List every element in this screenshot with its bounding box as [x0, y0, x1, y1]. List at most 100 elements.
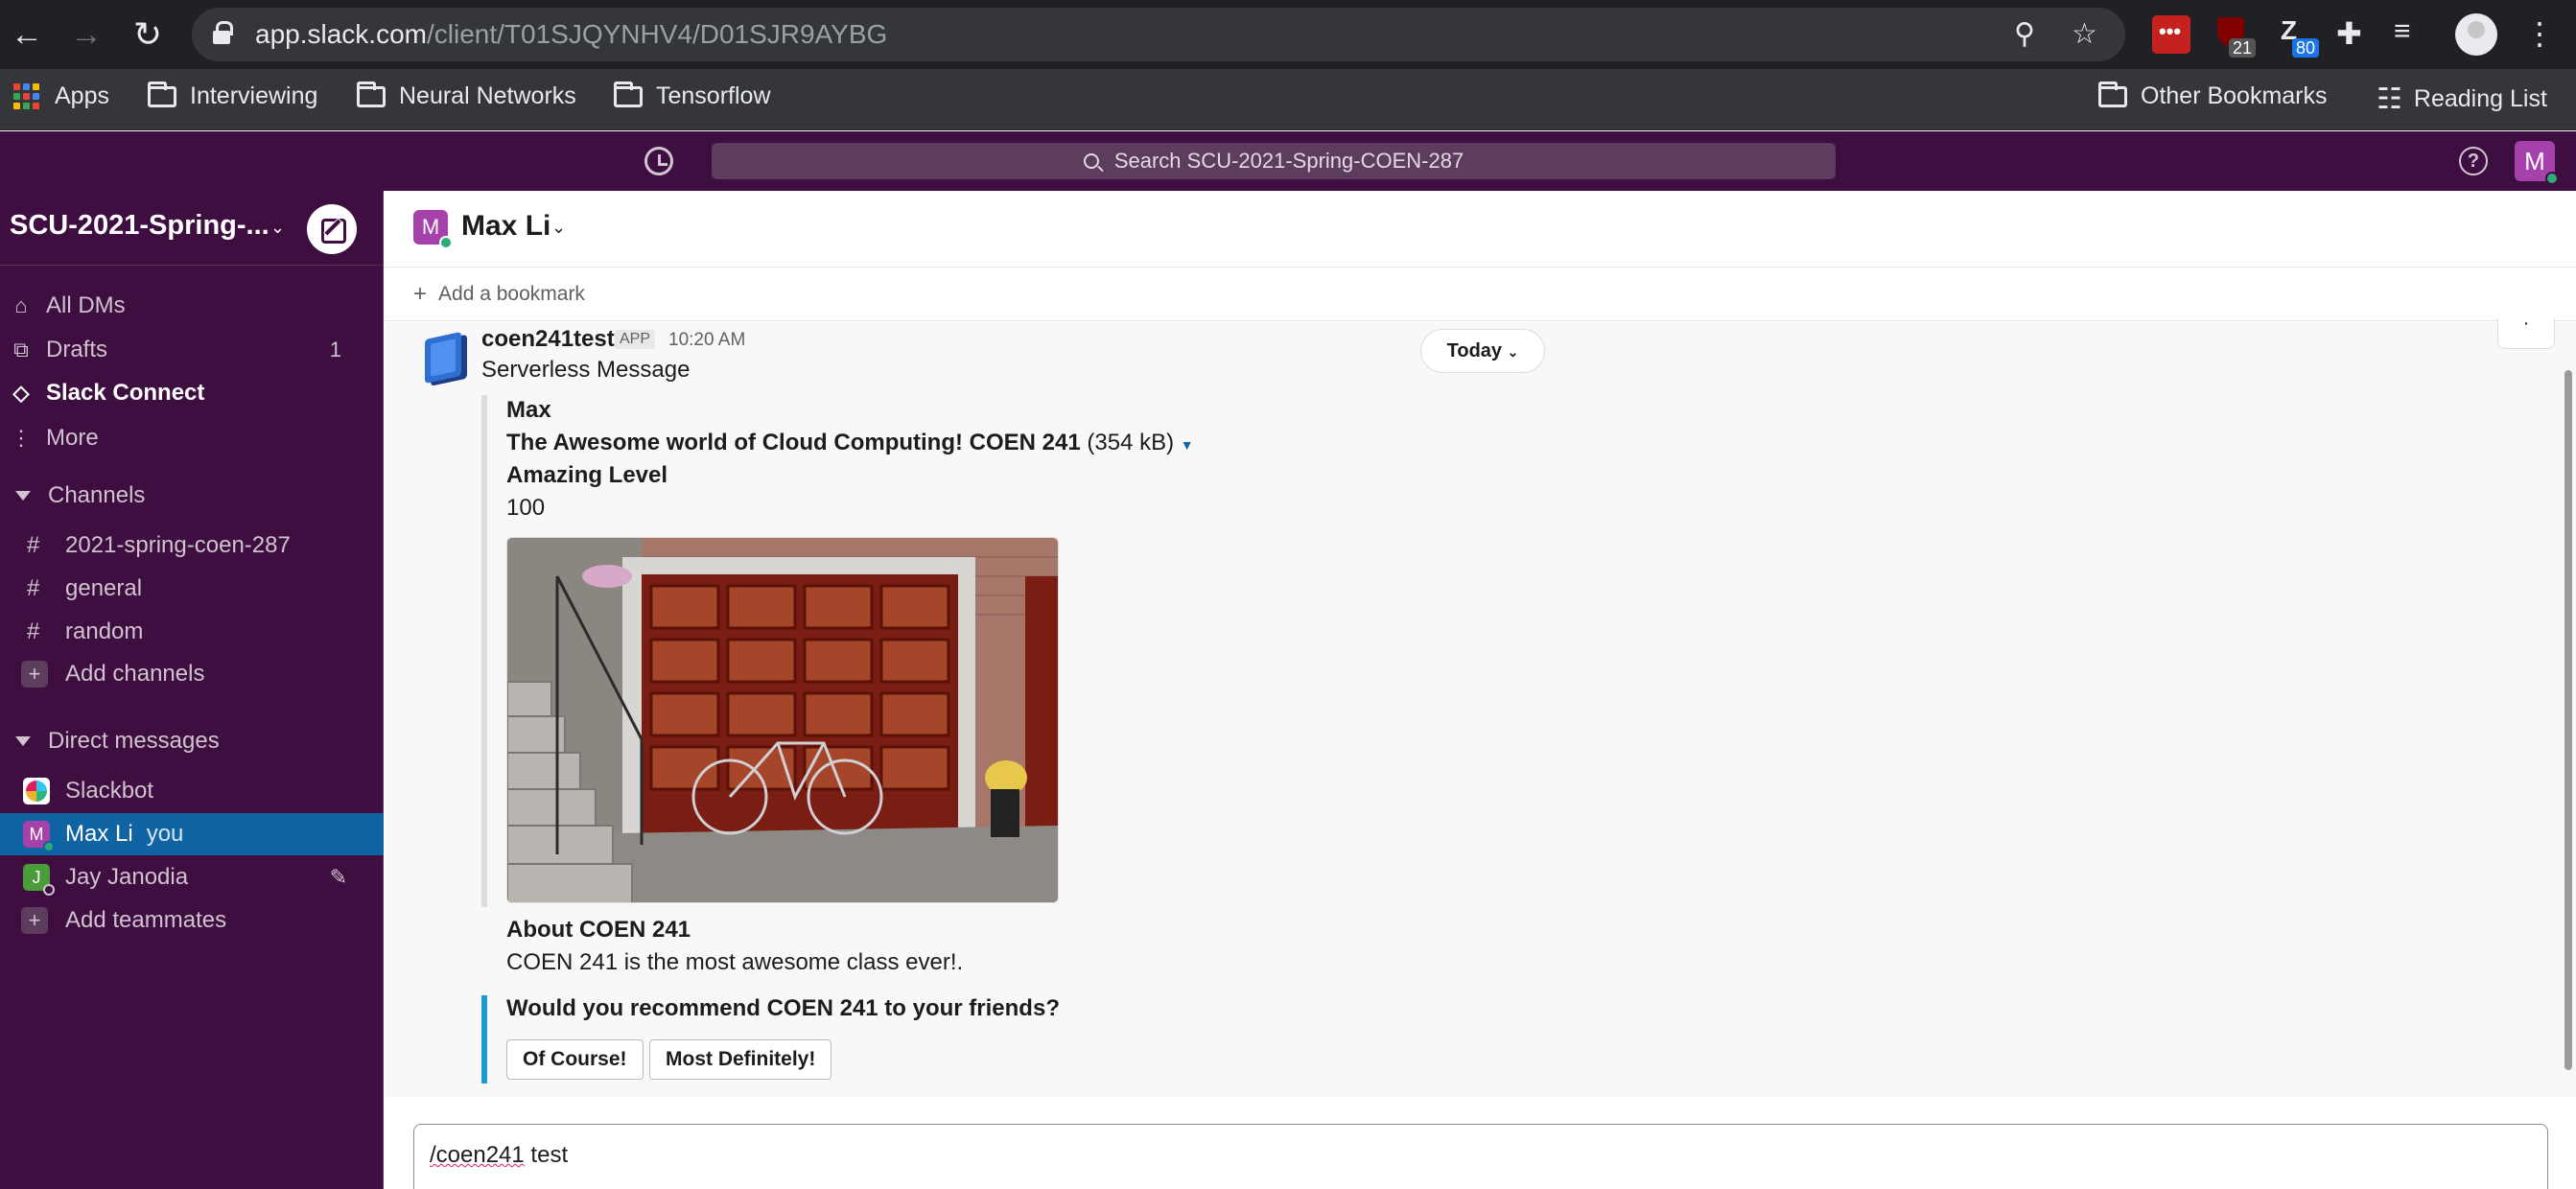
folder-icon [148, 81, 176, 107]
garage-bicycle-illustration [507, 538, 1058, 902]
user-avatar[interactable]: M [2515, 141, 2559, 185]
attachment-image-garage-bicycle[interactable] [506, 537, 1059, 903]
app-avatar [419, 331, 469, 385]
reading-list[interactable]: ☷ Reading List [2377, 82, 2547, 116]
back-arrow-icon[interactable]: ← [4, 12, 50, 58]
bookmarks-bar: Apps Interviewing Neural Networks Tensor… [0, 69, 2576, 130]
channel-header: M Max Li ⌄ [385, 191, 2576, 268]
sidebar-dm-max-li[interactable]: M Max Li you [0, 813, 384, 855]
search-icon [1083, 153, 1099, 169]
bookmark-apps[interactable]: Apps [13, 82, 109, 110]
message-text: Serverless Message [481, 357, 691, 383]
pencil-icon[interactable]: ✎ [330, 865, 347, 890]
composer-input[interactable]: /coen241 test [430, 1142, 568, 1169]
dms-section-header[interactable]: Direct messages [0, 720, 384, 762]
sidebar-item-drafts[interactable]: ⧉ Drafts 1 [0, 329, 384, 371]
search-input[interactable]: Search SCU-2021-Spring-COEN-287 [712, 143, 1836, 179]
plus-icon: + [21, 661, 48, 688]
chevron-down-icon: ⌄ [1507, 344, 1519, 360]
slackbot-avatar [23, 778, 50, 804]
message-timestamp[interactable]: 10:20 AM [668, 330, 745, 351]
field-value: 100 [506, 495, 546, 521]
forward-arrow-icon[interactable]: → [63, 12, 109, 58]
bookmark-folder[interactable]: Tensorflow [614, 81, 771, 110]
sidebar-channel[interactable]: #2021-spring-coen-287 [0, 525, 384, 567]
extensions-puzzle-icon[interactable]: ✚ [2336, 15, 2375, 54]
drafts-count: 1 [329, 338, 341, 361]
channel-title[interactable]: Max Li [461, 210, 550, 243]
hash-icon: # [27, 575, 40, 601]
book-icon [425, 331, 461, 385]
lock-icon [213, 21, 233, 44]
bookmark-star-icon[interactable]: ☆ [2072, 17, 2097, 51]
caret-down-icon [15, 736, 31, 746]
bookmark-folder[interactable]: Neural Networks [357, 81, 576, 110]
caret-down-icon [15, 491, 31, 501]
slack-top-bar: Search SCU-2021-Spring-COEN-287 ? M [0, 131, 2576, 191]
add-channels-button[interactable]: + Add channels [0, 653, 384, 695]
most-definitely-button[interactable]: Most Definitely! [649, 1039, 832, 1080]
password-extension-icon[interactable]: ••• [2152, 15, 2190, 54]
bookmark-other[interactable]: Other Bookmarks [2098, 81, 2328, 110]
message-sender[interactable]: coen241test [481, 326, 615, 353]
history-icon[interactable] [644, 147, 673, 175]
message-list: coen241test APP 10:20 AM Serverless Mess… [385, 314, 2576, 1097]
workspace-header[interactable]: SCU-2021-Spring-... ⌄ [0, 191, 384, 266]
browser-toolbar: ← → ↻ app.slack.com/client/T01SJQYNHV4/D… [0, 0, 2576, 69]
media-queue-icon[interactable]: ≡ [2394, 15, 2432, 54]
field-title: Amazing Level [506, 462, 668, 488]
ublock-shield-icon[interactable]: 21 [2213, 15, 2257, 58]
sidebar-item-more[interactable]: ⋮ More [0, 417, 384, 459]
attachment-file: The Awesome world of Cloud Computing! CO… [506, 430, 1194, 455]
z-extension-icon[interactable]: Z 80 [2275, 15, 2320, 58]
chevron-down-icon[interactable]: ⌄ [551, 218, 566, 238]
avatar: J [23, 864, 55, 896]
bookmark-folder[interactable]: Interviewing [148, 81, 317, 110]
dm-bubbles-icon: ⌂ [14, 293, 28, 317]
online-status-dot [2545, 172, 2559, 185]
online-status-dot [439, 236, 453, 249]
message-actions-button[interactable]: · [2497, 314, 2555, 349]
avatar: M [23, 821, 55, 852]
add-bookmark-button[interactable]: Add a bookmark [438, 283, 585, 306]
help-icon[interactable]: ? [2459, 147, 2488, 175]
workspace-name[interactable]: SCU-2021-Spring-... [10, 210, 269, 242]
folder-icon [614, 81, 643, 107]
main-pane: M Max Li ⌄ + Add a bookmark coen241test … [385, 191, 2576, 1189]
channels-section-header[interactable]: Channels [0, 475, 384, 517]
sidebar-item-all-dms[interactable]: ⌂ All DMs [0, 285, 384, 327]
folder-icon [357, 81, 386, 107]
online-status-dot [43, 841, 55, 852]
message-composer[interactable]: /coen241 test [413, 1124, 2548, 1189]
of-course-button[interactable]: Of Course! [506, 1039, 644, 1080]
apps-grid-icon [13, 83, 39, 109]
caret-down-icon[interactable]: ▼ [1181, 437, 1194, 453]
hash-icon: # [27, 618, 40, 644]
sidebar-item-slack-connect[interactable]: ◇ Slack Connect [0, 372, 384, 414]
hash-icon: # [27, 532, 40, 558]
message-scrollbar[interactable] [2564, 370, 2572, 1070]
browser-menu-icon[interactable]: ⋮ [2520, 15, 2559, 54]
sidebar-dm-jay-janodia[interactable]: J Jay Janodia ✎ [0, 856, 384, 898]
sidebar-channel[interactable]: # general [0, 568, 384, 610]
sidebar-dm-slackbot[interactable]: Slackbot [0, 770, 384, 812]
app-badge: APP [615, 330, 656, 349]
avatar: M [413, 210, 453, 249]
field-value: COEN 241 is the most awesome class ever!… [506, 949, 964, 975]
chevron-down-icon[interactable]: ⌄ [270, 218, 285, 238]
address-bar[interactable]: app.slack.com/client/T01SJQYNHV4/D01SJR9… [192, 8, 2125, 61]
profile-avatar-icon[interactable] [2455, 13, 2497, 56]
url-text: app.slack.com/client/T01SJQYNHV4/D01SJR9… [255, 19, 888, 49]
reading-list-icon: ☷ [2377, 83, 2402, 115]
sidebar-channel[interactable]: # random [0, 611, 384, 653]
add-teammates-button[interactable]: + Add teammates [0, 899, 384, 942]
zoom-search-icon[interactable]: ⚲ [2014, 17, 2035, 51]
question-text: Would you recommend COEN 241 to your fri… [506, 995, 1060, 1021]
date-divider-button[interactable]: Today ⌄ [1420, 329, 1545, 373]
reload-icon[interactable]: ↻ [125, 12, 171, 58]
slack-connect-icon: ◇ [12, 381, 30, 405]
plus-icon: + [413, 280, 428, 307]
compose-icon[interactable] [307, 204, 357, 254]
folder-icon [2098, 81, 2127, 107]
more-vertical-icon: ⋮ [11, 426, 32, 450]
